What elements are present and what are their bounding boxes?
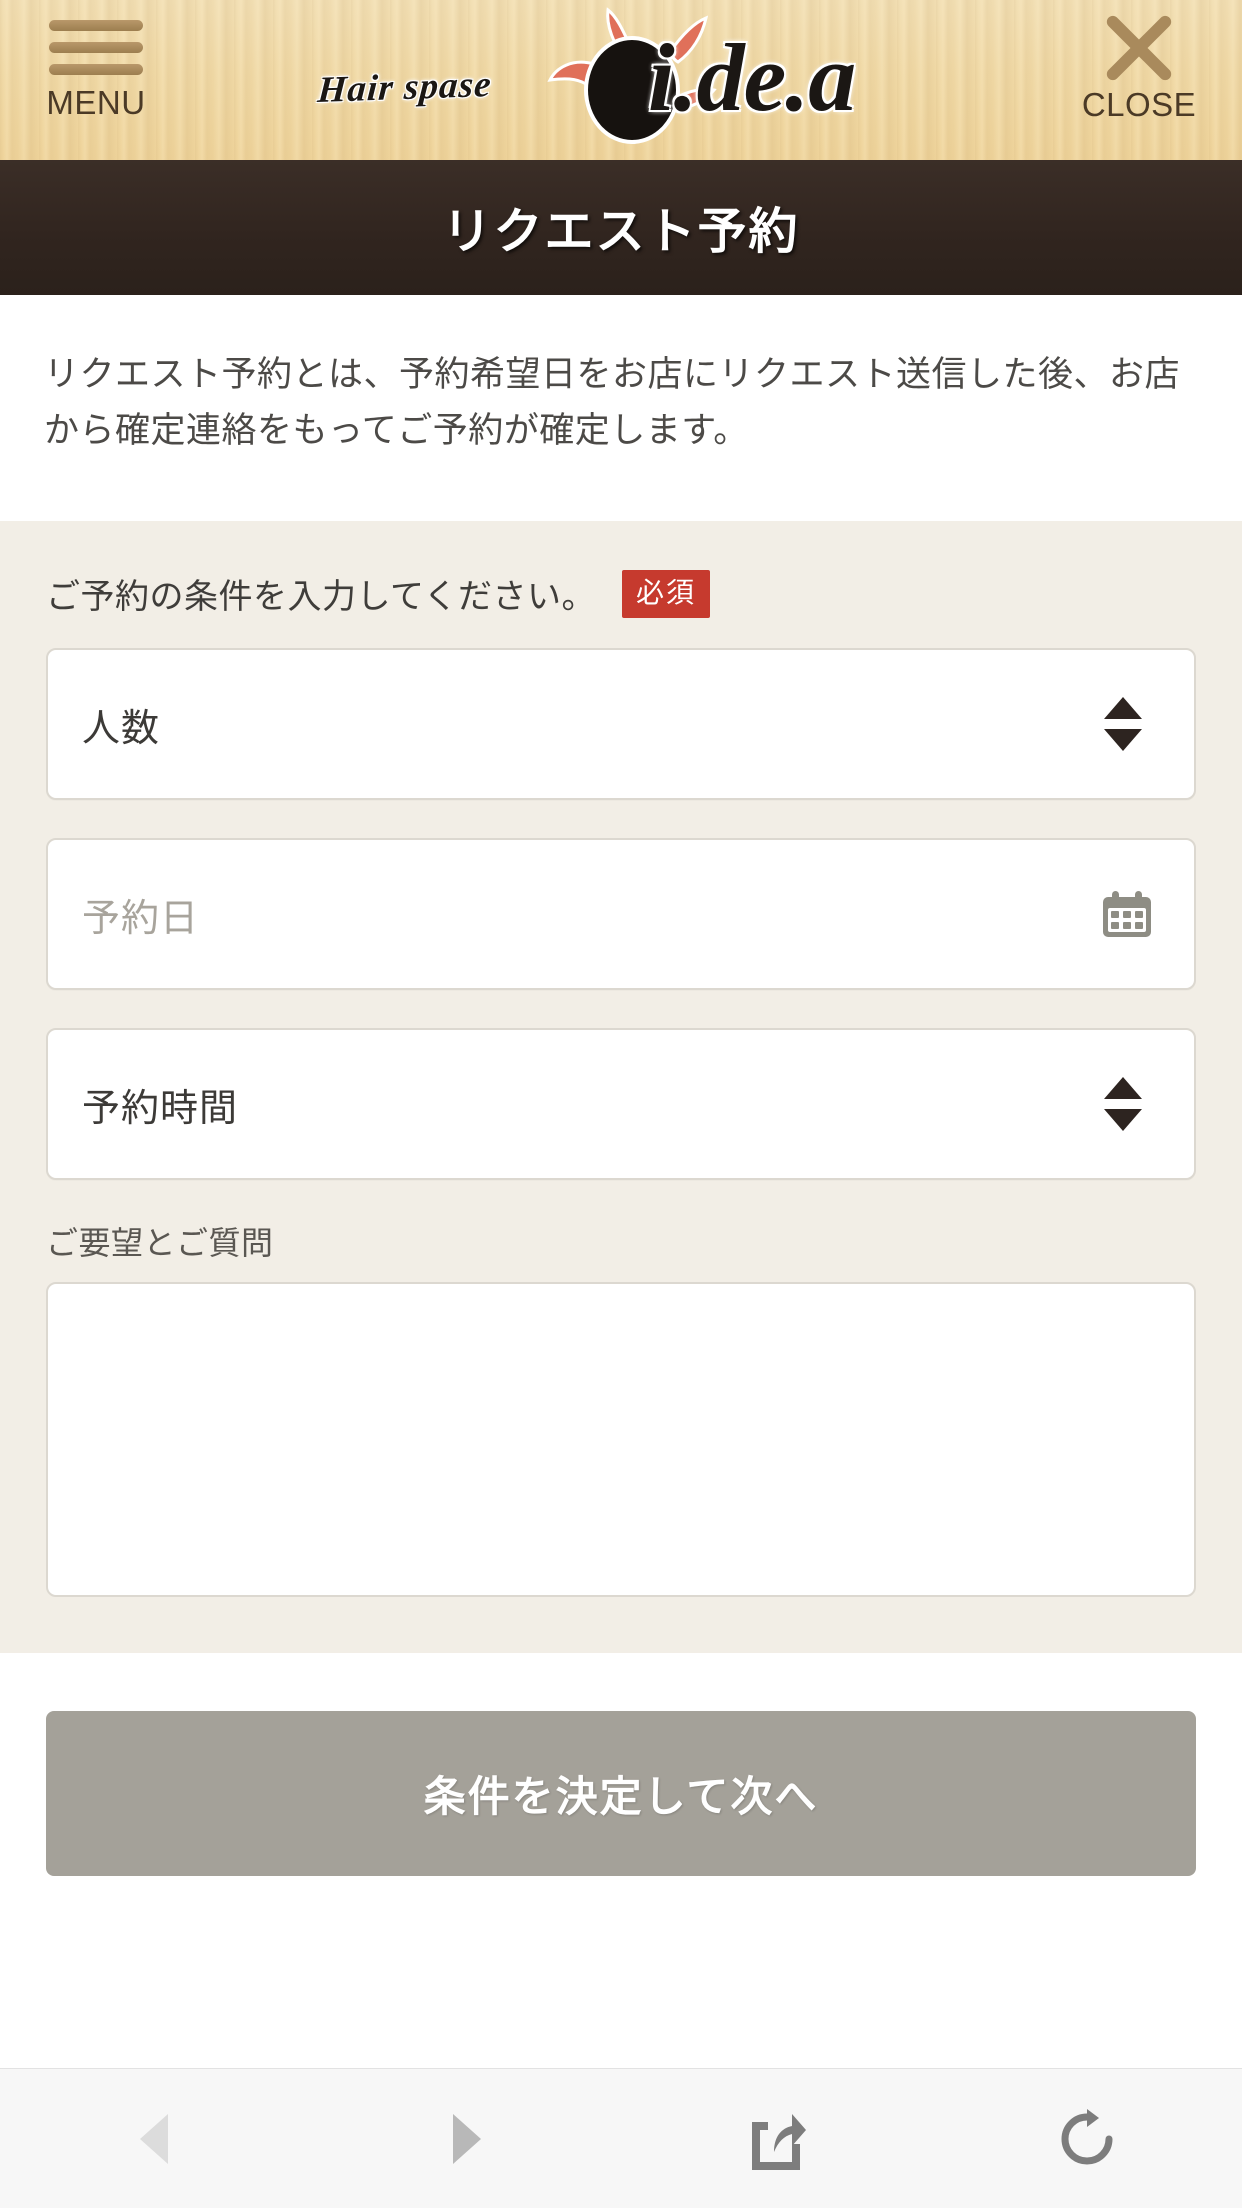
time-select[interactable]: 予約時間	[46, 1028, 1196, 1180]
form-section-label: ご予約の条件を入力してください。	[46, 578, 596, 616]
form-section-heading: ご予約の条件を入力してください。 必須	[46, 569, 1196, 618]
share-icon	[752, 2113, 807, 2170]
browser-toolbar	[0, 2068, 1242, 2208]
intro-section: リクエスト予約とは、予約希望日をお店にリクエスト送信した後、お店から確定連絡をも…	[0, 295, 1242, 521]
browser-share-button[interactable]	[621, 2069, 932, 2208]
date-input-placeholder: 予約日	[82, 897, 200, 940]
date-input[interactable]: 予約日	[46, 838, 1196, 990]
page-title: リクエスト予約	[442, 205, 800, 259]
comments-textarea[interactable]	[46, 1282, 1196, 1597]
people-select[interactable]: 人数	[46, 648, 1196, 800]
submit-section: 条件を決定して次へ	[0, 1653, 1242, 1936]
comments-label: ご要望とご質問	[46, 1225, 274, 1261]
logo-script-text: Hair spase	[316, 63, 494, 112]
logo-splash-graphic	[547, 7, 717, 144]
forward-arrow-icon	[452, 2113, 481, 2164]
back-arrow-icon	[140, 2113, 169, 2164]
menu-button-label: MENU	[46, 84, 146, 121]
chevron-down-icon	[1104, 1109, 1142, 1131]
site-header: MENU Hair spase i.de.a CLOSE	[0, 0, 1242, 160]
browser-forward-button[interactable]	[311, 2069, 622, 2208]
stepper-icon[interactable]	[1104, 1077, 1144, 1131]
time-select-value: 予約時間	[82, 1087, 239, 1130]
page-root: MENU Hair spase i.de.a CLOSE リクエスト予約 リクエ…	[0, 0, 1242, 2208]
calendar-icon[interactable]	[1100, 888, 1154, 940]
browser-reload-button[interactable]	[932, 2069, 1242, 2208]
reservation-form: ご予約の条件を入力してください。 必須 人数 予約日 予約時間 ご要望とご質問	[0, 521, 1242, 1653]
chevron-up-icon	[1104, 1077, 1142, 1099]
browser-back-button[interactable]	[0, 2069, 311, 2208]
reload-icon	[1061, 2108, 1113, 2164]
close-button[interactable]: CLOSE	[1054, 13, 1224, 123]
chevron-up-icon	[1104, 697, 1142, 719]
page-title-bar: リクエスト予約	[0, 160, 1242, 295]
logo-wordmark: i.de.a	[648, 24, 856, 131]
close-button-label: CLOSE	[1081, 86, 1197, 123]
people-select-value: 人数	[82, 707, 161, 750]
hamburger-icon	[49, 20, 143, 78]
intro-text: リクエスト予約とは、予約希望日をお店にリクエスト送信した後、お店から確定連絡をも…	[44, 355, 1181, 450]
menu-button[interactable]: MENU	[26, 14, 166, 122]
chevron-down-icon	[1104, 729, 1142, 751]
close-icon	[1101, 13, 1177, 83]
required-badge: 必須	[621, 569, 710, 618]
stepper-icon[interactable]	[1104, 697, 1144, 751]
submit-button[interactable]: 条件を決定して次へ	[46, 1711, 1196, 1876]
